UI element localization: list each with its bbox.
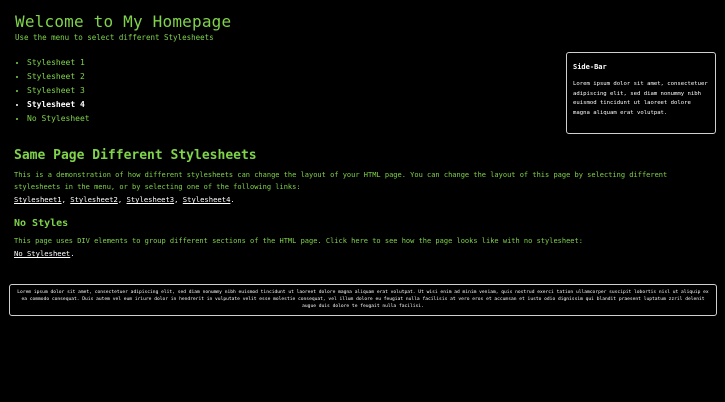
page-header: Welcome to My Homepage Use the menu to s…: [15, 12, 231, 42]
no-styles-paragraph: This page uses DIV elements to group dif…: [14, 237, 583, 245]
stylesheet-menu: Stylesheet 1 Stylesheet 2 Stylesheet 3 S…: [15, 58, 90, 128]
link-no-stylesheet[interactable]: No Stylesheet: [14, 249, 70, 258]
menu-item-stylesheet-1[interactable]: Stylesheet 1: [27, 58, 90, 67]
stylesheet-links: Stylesheet1, Stylesheet2, Stylesheet3, S…: [14, 195, 235, 204]
intro-paragraph: This is a demonstration of how different…: [14, 171, 668, 191]
sidebar-title: Side-Bar: [573, 63, 607, 71]
sidebar-text: Lorem ipsum dolor sit amet, consectetuer…: [573, 81, 708, 116]
menu-link-stylesheet-3[interactable]: Stylesheet 3: [27, 86, 85, 95]
footer-text: Lorem ipsum dolor sit amet, consectetuer…: [17, 290, 709, 309]
menu-item-stylesheet-4[interactable]: Stylesheet 4: [27, 100, 90, 109]
main-content: Same Page Different Stylesheets This is …: [14, 148, 714, 258]
page-subtitle: Use the menu to select different Stylesh…: [15, 33, 214, 42]
footer-box: Lorem ipsum dolor sit amet, consectetuer…: [9, 284, 717, 316]
link-stylesheet3[interactable]: Stylesheet3: [127, 195, 175, 204]
no-stylesheet-line: No Stylesheet.: [14, 249, 75, 258]
link-stylesheet2[interactable]: Stylesheet2: [70, 195, 118, 204]
menu-item-no-stylesheet[interactable]: No Stylesheet: [27, 114, 90, 123]
menu-item-stylesheet-3[interactable]: Stylesheet 3: [27, 86, 90, 95]
menu-link-no-stylesheet[interactable]: No Stylesheet: [27, 114, 90, 123]
menu-link-stylesheet-1[interactable]: Stylesheet 1: [27, 58, 85, 67]
menu-link-stylesheet-2[interactable]: Stylesheet 2: [27, 72, 85, 81]
menu-item-stylesheet-2[interactable]: Stylesheet 2: [27, 72, 90, 81]
page-title: Welcome to My Homepage: [15, 12, 232, 31]
link-stylesheet1[interactable]: Stylesheet1: [14, 195, 62, 204]
main-heading: Same Page Different Stylesheets: [14, 148, 257, 163]
link-stylesheet4[interactable]: Stylesheet4: [183, 195, 231, 204]
no-styles-heading: No Styles: [14, 218, 69, 229]
menu-link-stylesheet-4[interactable]: Stylesheet 4: [27, 100, 85, 109]
sidebar: Side-Bar Lorem ipsum dolor sit amet, con…: [566, 52, 716, 134]
